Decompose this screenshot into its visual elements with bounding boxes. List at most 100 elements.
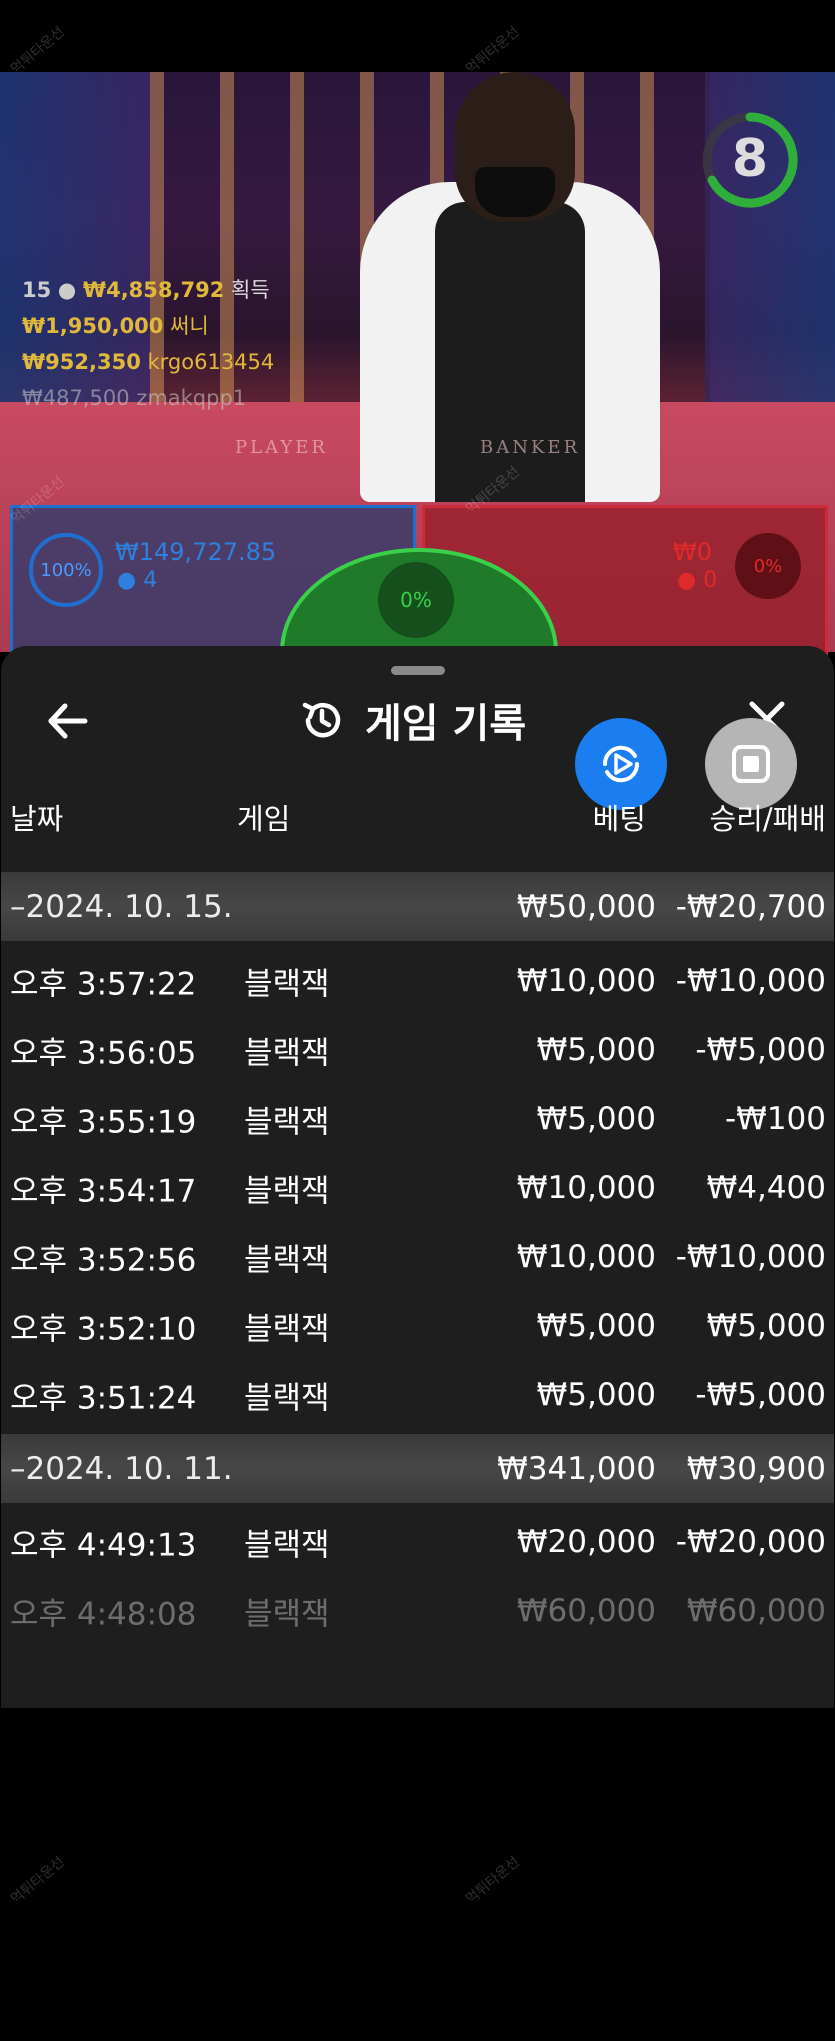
row-date: –2024. 10. 11. [10,1450,233,1487]
row-result: -₩100 [724,1100,826,1137]
game-history-panel: 게임 기록 날짜 게임 베팅 승리/패배 –2024. 10. 15. ₩50,0… [1,646,834,1708]
banker-count: 0 [703,568,718,593]
winners-list: 15 ● ₩4,858,792 획득 ₩1,950,000 써니 ₩952,35… [22,272,274,416]
row-game: 블랙잭 [244,1242,330,1278]
row-date: 오후 3:52:10 [10,1311,197,1347]
back-button[interactable] [43,696,93,746]
row-game: 블랙잭 [244,966,330,1002]
row-bet: ₩5,000 [536,1376,656,1413]
row-bet: ₩60,000 [516,1592,656,1629]
row-result: -₩5,000 [695,1376,826,1413]
dealer-mask [475,167,555,217]
date-group-row[interactable]: –2024. 10. 11. ₩341,000 ₩30,900 [1,1434,834,1503]
row-game: 블랙잭 [244,1035,330,1071]
row-game: 블랙잭 [244,1311,330,1347]
winner-row: ₩487,500 zmakqpp1 [22,380,274,416]
row-game: 블랙잭 [244,1104,330,1140]
drag-handle[interactable] [391,666,445,675]
row-date: –2024. 10. 15. [10,888,233,925]
history-row[interactable]: 오후 4:48:08 블랙잭 ₩60,000 ₩60,000 [1,1576,834,1645]
watermark: 먹튀타운선 [463,1853,523,1908]
countdown-timer: 8 [700,105,800,215]
row-result: ₩4,400 [706,1169,826,1206]
banker-count-row: ● 0 [677,568,717,593]
winner-amount: ₩487,500 [22,386,130,410]
winner-row: 15 ● ₩4,858,792 획득 [22,272,274,308]
stop-icon [732,745,770,783]
row-bet: ₩10,000 [516,962,656,999]
winner-rank: 15 [22,278,52,302]
row-date: 오후 3:54:17 [10,1173,197,1209]
banker-percent: 0% [735,533,801,599]
banker-amount: ₩0 [673,538,712,566]
column-header-game[interactable]: 게임 [237,796,290,838]
winner-name: krgo613454 [147,350,275,374]
row-game: 블랙잭 [244,1380,330,1416]
player-count-row: ● 4 [117,568,157,593]
column-header-result[interactable]: 승리/패배 [710,796,827,838]
row-result: -₩20,000 [675,1523,826,1560]
history-row[interactable]: 오후 3:56:05 블랙잭 ₩5,000 -₩5,000 [1,1015,834,1084]
column-header-bet[interactable]: 베팅 [593,796,646,838]
winner-amount: ₩1,950,000 [22,314,164,338]
player-amount: ₩149,727.85 [115,538,277,566]
panel-title: 게임 기록 [299,690,526,750]
history-icon [302,702,341,738]
row-bet: ₩341,000 [497,1450,656,1487]
row-date: 오후 4:48:08 [10,1596,197,1632]
row-bet: ₩5,000 [536,1307,656,1344]
history-row[interactable]: 오후 3:51:24 블랙잭 ₩5,000 -₩5,000 [1,1360,834,1429]
row-result: ₩5,000 [706,1307,826,1344]
history-row[interactable]: 오후 4:49:13 블랙잭 ₩20,000 -₩20,000 [1,1507,834,1576]
row-result: -₩10,000 [675,962,826,999]
row-result: ₩60,000 [686,1592,826,1629]
row-date: 오후 3:56:05 [10,1035,197,1071]
user-icon: ● [117,568,144,593]
row-bet: ₩20,000 [516,1523,656,1560]
history-row[interactable]: 오후 3:57:22 블랙잭 ₩10,000 -₩10,000 [1,946,834,1015]
watermark: 먹튀타운선 [8,1853,68,1908]
row-date: 오후 3:55:19 [10,1104,197,1140]
row-result: -₩20,700 [675,888,826,925]
row-bet: ₩10,000 [516,1238,656,1275]
felt-player-label: PLAYER [235,437,328,458]
winner-name: zmakqpp1 [136,386,247,410]
column-header-date[interactable]: 날짜 [10,796,63,838]
winner-amount: ₩4,858,792 [82,278,225,302]
user-icon: ● [677,568,704,593]
winner-row: ₩952,350 krgo613454 [22,344,274,380]
row-bet: ₩10,000 [516,1169,656,1206]
date-group-row[interactable]: –2024. 10. 15. ₩50,000 -₩20,700 [1,872,834,941]
replay-play-icon [602,745,640,783]
history-row[interactable]: 오후 3:52:10 블랙잭 ₩5,000 ₩5,000 [1,1291,834,1360]
row-bet: ₩5,000 [536,1100,656,1137]
arrow-left-icon [48,703,88,739]
row-game: 블랙잭 [244,1596,330,1632]
row-date: 오후 3:51:24 [10,1380,197,1416]
tie-percent: 0% [378,562,454,638]
watermark: 먹튀타운선 [463,23,523,78]
history-row[interactable]: 오후 3:55:19 블랙잭 ₩5,000 -₩100 [1,1084,834,1153]
row-result: -₩5,000 [695,1031,826,1068]
row-bet: ₩50,000 [516,888,656,925]
winner-row: ₩1,950,000 써니 [22,308,274,344]
row-date: 오후 3:57:22 [10,966,197,1002]
row-result: ₩30,900 [686,1450,826,1487]
panel-title-text: 게임 기록 [365,701,527,747]
row-bet: ₩5,000 [536,1031,656,1068]
player-percent: 100% [29,533,103,607]
row-date: 오후 4:49:13 [10,1527,197,1563]
row-result: -₩10,000 [675,1238,826,1275]
row-game: 블랙잭 [244,1173,330,1209]
winner-name: 획득 [231,278,270,302]
winner-amount: ₩952,350 [22,350,141,374]
user-icon: ● [57,278,83,302]
history-row[interactable]: 오후 3:52:56 블랙잭 ₩10,000 -₩10,000 [1,1222,834,1291]
row-game: 블랙잭 [244,1527,330,1563]
row-date: 오후 3:52:56 [10,1242,197,1278]
watermark: 먹튀타운선 [8,23,68,78]
timer-value: 8 [731,129,769,189]
history-row[interactable]: 오후 3:54:17 블랙잭 ₩10,000 ₩4,400 [1,1153,834,1222]
player-count: 4 [143,568,158,593]
felt-banker-label: BANKER [480,437,581,458]
